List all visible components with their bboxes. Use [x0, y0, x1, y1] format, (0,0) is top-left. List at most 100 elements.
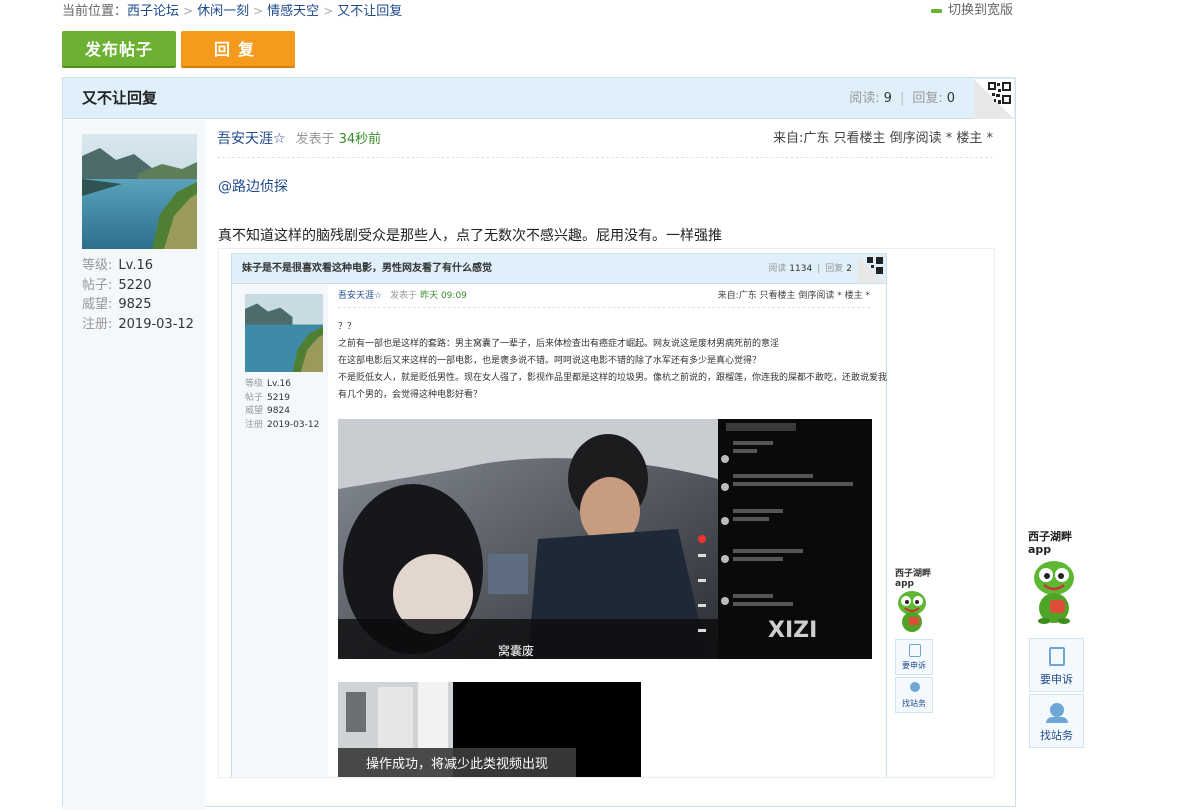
embedded-thread-stats: 阅读 1134 | 回复 2	[768, 254, 852, 284]
embedded-thread-title: 妹子是不是很喜欢看这种电影，男性网友看了有什么感觉	[242, 263, 492, 274]
switch-wide-label: 切换到宽版	[948, 3, 1014, 18]
app-label[interactable]: 西子湖畔 app	[1028, 530, 1084, 556]
level-value: Lv.16	[118, 258, 153, 273]
embedded-register-date: 2019-03-12	[267, 419, 320, 430]
author-info: 等级: Lv.16 帖子: 5220 威望: 9825 注册: 2019-03-12	[82, 256, 194, 334]
user-icon	[910, 682, 920, 692]
chevron-right-icon: >	[323, 4, 334, 18]
floating-sidebar: 西子湖畔 app 要申诉 找站务	[1028, 530, 1084, 748]
app-label-name: 西子湖畔	[1028, 530, 1072, 543]
embedded-register-label: 注册	[245, 419, 264, 430]
embedded-post-header: 吾安天涯☆ 发表于 昨天 09:09 来自:广东 只看楼主 倒序阅读 * 楼主 *	[338, 288, 870, 308]
embedded-thread-panel: 妹子是不是很喜欢看这种电影，男性网友看了有什么感觉 阅读1134 | 回复2	[231, 253, 887, 777]
embedded-find-label: 找站务	[902, 699, 926, 708]
appeal-button[interactable]: 要申诉	[1029, 638, 1084, 692]
appeal-label: 要申诉	[1040, 673, 1073, 686]
embedded-body-line: ？？	[338, 322, 357, 332]
breadcrumb-link-emotion[interactable]: 情感天空	[267, 4, 319, 19]
document-icon	[909, 644, 921, 657]
dash-icon	[931, 8, 942, 13]
embedded-app-label: 西子湖畔 app	[895, 569, 932, 589]
embedded-body-line: 在这部电影后又来这样的一部电影，也是褒多说不错。呵呵说这电影不错的除了水军还有多…	[338, 356, 762, 366]
posts-label: 帖子:	[82, 277, 113, 293]
embedded-post-meta: 来自:广东 只看楼主 倒序阅读 * 楼主 *	[717, 291, 870, 301]
posts-value: 5220	[118, 277, 152, 293]
stats-separator: |	[899, 91, 905, 106]
register-date: 2019-03-12	[118, 316, 194, 332]
embedded-level-value: Lv.16	[267, 379, 291, 389]
mention-link[interactable]: @路边侦探	[218, 176, 288, 196]
embedded-posts-label: 帖子	[245, 392, 264, 403]
post-time: 34秒前	[338, 132, 382, 147]
mascot-icon[interactable]	[1030, 558, 1080, 630]
embedded-body-line: 之前有一部也是这样的套路：男主窝囊了一辈子，后来体检查出有癌症才崛起。网友说这是…	[338, 339, 780, 349]
embedded-replies-count: 2	[846, 264, 852, 274]
user-icon-base	[1046, 717, 1068, 723]
embedded-body-line: 有几个男的，会觉得这种电影好看？	[338, 390, 483, 400]
thread-stats: 阅读: 9 | 回复: 0	[849, 78, 955, 119]
register-label: 注册:	[82, 316, 113, 332]
embedded-side-widget: 西子湖畔 app 要申诉 找站务	[895, 569, 935, 713]
embedded-appeal-label: 要申诉	[902, 661, 926, 670]
prestige-label: 威望:	[82, 297, 113, 312]
embedded-find-admin-button: 找站务	[895, 677, 933, 713]
thread-header: 又不让回复 阅读: 9 | 回复: 0	[63, 78, 1015, 119]
embedded-thread-header: 妹子是不是很喜欢看这种电影，男性网友看了有什么感觉 阅读 1134 | 回复 2	[232, 254, 886, 284]
embedded-posts-value: 5219	[267, 392, 290, 403]
level-label: 等级:	[82, 258, 113, 273]
switch-wide-link[interactable]: 切换到宽版	[931, 2, 1013, 20]
chevron-right-icon: >	[253, 4, 264, 18]
embedded-stats-separator: |	[817, 264, 821, 274]
qr-code-icon[interactable]	[974, 79, 1014, 119]
post-text: 真不知道这样的脑残剧受众是那些人，点了无数次不感兴趣。屁用没有。一样强推	[218, 228, 722, 244]
breadcrumb-link-forum[interactable]: 西子论坛	[127, 4, 179, 19]
embedded-reads-label: 阅读	[768, 264, 787, 274]
find-admin-button[interactable]: 找站务	[1029, 694, 1084, 748]
find-admin-label: 找站务	[1040, 729, 1073, 742]
breadcrumb-link-leisure[interactable]: 休闲一刻	[197, 4, 249, 19]
embedded-replies-label: 回复	[825, 264, 844, 274]
embedded-prestige-value: 9824	[267, 406, 290, 416]
toast-message: 操作成功，将减少此类视频出现	[338, 748, 576, 777]
breadcrumb-prefix: 当前位置：	[62, 4, 128, 19]
app-label-app: app	[1028, 543, 1052, 556]
qr-code-icon	[857, 255, 885, 283]
embedded-appeal-button: 要申诉	[895, 639, 933, 675]
thread-title: 又不让回复	[82, 89, 158, 107]
document-icon	[1049, 647, 1065, 666]
embedded-post-time: 昨天 09:09	[420, 291, 467, 301]
reads-label: 阅读:	[849, 91, 880, 106]
video-subtitle: 窝囊废	[498, 643, 534, 658]
reads-count: 9	[883, 91, 892, 106]
replies-label: 回复:	[912, 91, 943, 106]
user-icon	[1050, 703, 1064, 717]
embedded-author-column: 等级 Lv.16 帖子 5219 威望 9824 注册 2019-03-12	[232, 285, 328, 777]
avatar	[245, 294, 323, 372]
prestige-value: 9825	[118, 297, 152, 312]
avatar[interactable]	[82, 134, 197, 249]
author-column: 等级: Lv.16 帖子: 5220 威望: 9825 注册: 2019-03-12	[63, 120, 205, 810]
embedded-reads-count: 1134	[789, 264, 813, 274]
embedded-video-frame-2: 操作成功，将减少此类视频出现	[338, 682, 641, 777]
embedded-screenshot[interactable]: 妹子是不是很喜欢看这种电影，男性网友看了有什么感觉 阅读1134 | 回复2	[218, 248, 995, 778]
embedded-post-author: 吾安天涯☆	[338, 291, 383, 301]
embedded-prestige-label: 威望	[245, 406, 264, 416]
post-meta-links[interactable]: 来自:广东 只看楼主 倒序阅读 * 楼主 *	[773, 128, 993, 150]
posted-label: 发表于	[295, 132, 335, 147]
replies-count: 0	[946, 91, 955, 106]
embedded-body-line: 不是贬低女人，就是贬低男性。现在女人强了，影视作品里都是这样的垃圾男。像杭之前说…	[338, 373, 888, 383]
embedded-author-info: 等级 Lv.16 帖子 5219 威望 9824 注册 2019-03-12	[245, 378, 319, 432]
embedded-post-body: ？？ 之前有一部也是这样的套路：男主窝囊了一辈子，后来体检查出有癌症才崛起。网友…	[338, 319, 887, 404]
chevron-right-icon: >	[183, 4, 194, 18]
reply-button[interactable]: 回复	[181, 31, 295, 68]
embedded-posted-label: 发表于	[390, 291, 418, 301]
video-watermark: XIZI	[768, 618, 817, 643]
breadcrumb: 当前位置：西子论坛 > 休闲一刻 > 情感天空 > 又不让回复	[62, 2, 402, 20]
breadcrumb-current[interactable]: 又不让回复	[337, 4, 402, 19]
new-post-button[interactable]: 发布帖子	[62, 31, 176, 68]
mascot-icon	[895, 589, 935, 637]
embedded-video-frame: 窝囊废 XIZI	[338, 419, 872, 659]
embedded-level-label: 等级	[245, 379, 264, 389]
post-header: 吾安天涯☆ 发表于 34秒前 来自:广东 只看楼主 倒序阅读 * 楼主 *	[217, 128, 993, 158]
post-author-link[interactable]: 吾安天涯☆	[217, 131, 286, 147]
